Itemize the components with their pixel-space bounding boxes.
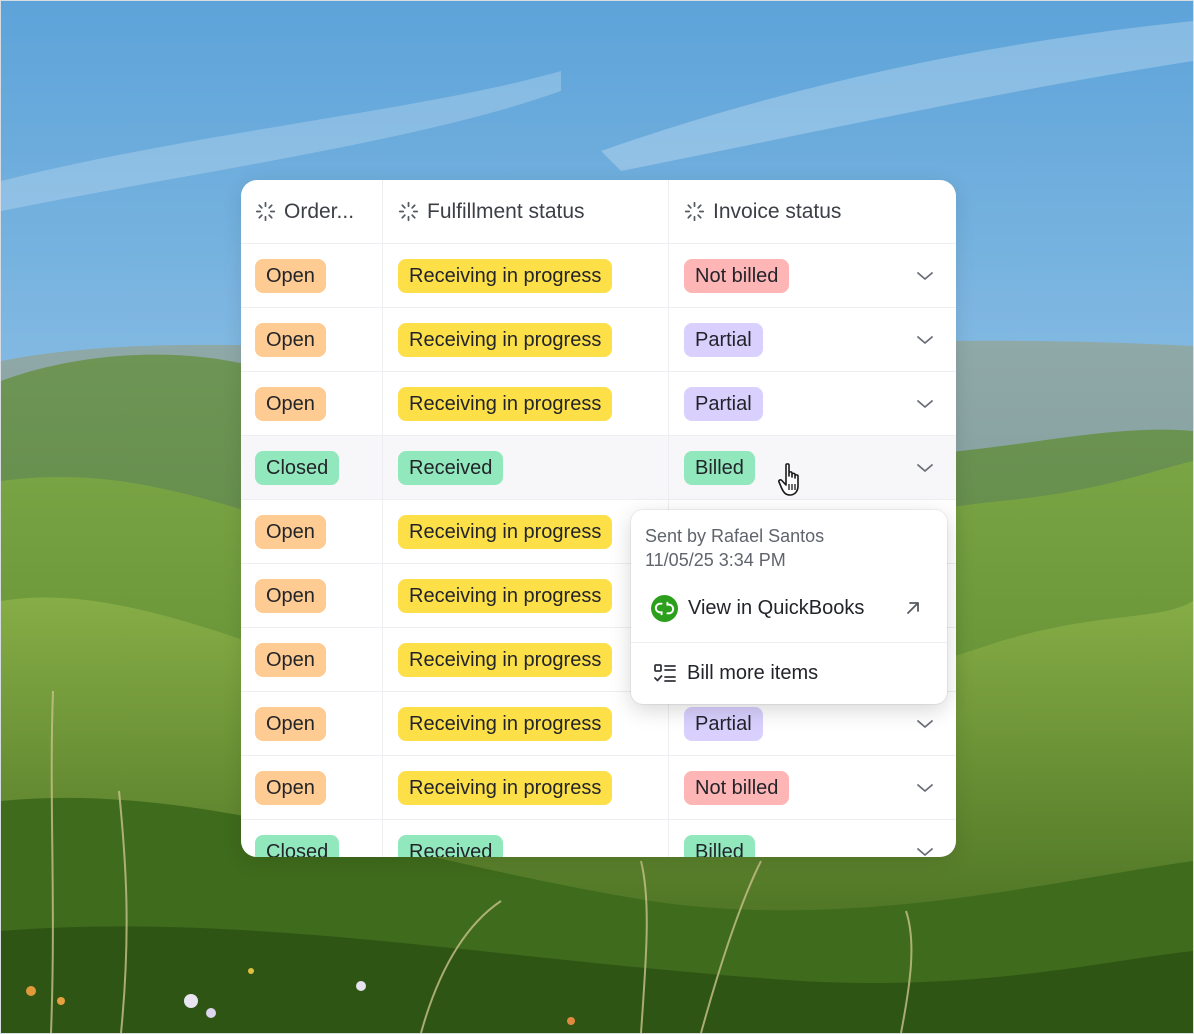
- order-status-cell[interactable]: Open: [241, 500, 383, 563]
- order-status-pill: Open: [255, 578, 326, 613]
- fulfillment-status-pill: Receiving in progress: [398, 578, 613, 613]
- fulfillment-status-pill: Receiving in progress: [398, 706, 613, 741]
- order-status-pill: Open: [255, 642, 326, 677]
- invoice-status-pill: Not billed: [684, 258, 790, 293]
- fulfillment-status-cell[interactable]: Receiving in progress: [383, 244, 669, 307]
- fulfillment-status-pill: Receiving in progress: [398, 386, 613, 421]
- chevron-down-icon[interactable]: [916, 270, 934, 282]
- order-status-pill: Closed: [255, 834, 340, 857]
- invoice-status-pill: Not billed: [684, 770, 790, 805]
- order-status-pill: Open: [255, 706, 326, 741]
- order-status-pill: Closed: [255, 450, 340, 485]
- chevron-down-icon[interactable]: [916, 718, 934, 730]
- invoice-status-cell[interactable]: Billed: [669, 436, 956, 499]
- chevron-down-icon[interactable]: [916, 846, 934, 858]
- fulfillment-status-cell[interactable]: Receiving in progress: [383, 692, 669, 755]
- chevron-down-icon[interactable]: [916, 334, 934, 346]
- quickbooks-logo-icon: [651, 594, 678, 622]
- column-header-label: Order...: [284, 199, 355, 223]
- order-status-pill: Open: [255, 258, 326, 293]
- invoice-status-cell[interactable]: Not billed: [669, 756, 956, 819]
- table-row[interactable]: Closed Received Billed: [241, 820, 956, 857]
- invoice-status-cell[interactable]: Not billed: [669, 244, 956, 307]
- order-status-cell[interactable]: Open: [241, 372, 383, 435]
- table-header-row: Order... Fulfillment status Invoice stat…: [241, 180, 956, 244]
- chevron-down-icon[interactable]: [916, 782, 934, 794]
- order-status-cell[interactable]: Open: [241, 692, 383, 755]
- table-row[interactable]: Open Receiving in progress Partial: [241, 372, 956, 436]
- table-row[interactable]: Open Receiving in progress Not billed: [241, 244, 956, 308]
- invoice-status-cell[interactable]: Partial: [669, 308, 956, 371]
- view-in-quickbooks-link[interactable]: View in QuickBooks: [631, 578, 947, 638]
- order-status-pill: Open: [255, 322, 326, 357]
- order-status-cell[interactable]: Closed: [241, 820, 383, 857]
- order-status-cell[interactable]: Open: [241, 308, 383, 371]
- invoice-status-pill: Billed: [684, 450, 755, 485]
- fulfillment-status-cell[interactable]: Receiving in progress: [383, 756, 669, 819]
- fulfillment-status-pill: Receiving in progress: [398, 322, 613, 357]
- fulfillment-status-pill: Received: [398, 834, 504, 857]
- column-header-fulfillment[interactable]: Fulfillment status: [383, 180, 669, 243]
- fulfillment-status-pill: Receiving in progress: [398, 258, 613, 293]
- screenshot-frame: Order... Fulfillment status Invoice stat…: [0, 0, 1194, 1034]
- loading-spinner-icon: [255, 201, 276, 222]
- fulfillment-status-cell[interactable]: Received: [383, 820, 669, 857]
- column-header-order[interactable]: Order...: [241, 180, 383, 243]
- fulfillment-status-pill: Received: [398, 450, 504, 485]
- fulfillment-status-cell[interactable]: Receiving in progress: [383, 500, 669, 563]
- order-status-pill: Open: [255, 770, 326, 805]
- loading-spinner-icon: [684, 201, 705, 222]
- invoice-status-cell[interactable]: Partial: [669, 372, 956, 435]
- fulfillment-status-cell[interactable]: Receiving in progress: [383, 308, 669, 371]
- table-row[interactable]: Closed Received Billed: [241, 436, 956, 500]
- column-header-invoice[interactable]: Invoice status: [669, 180, 956, 243]
- external-link-arrow-icon: [907, 602, 919, 614]
- sent-by-text: Sent by Rafael Santos: [645, 526, 825, 546]
- invoice-status-pill: Billed: [684, 834, 755, 857]
- chevron-down-icon[interactable]: [916, 398, 934, 410]
- chevron-down-icon[interactable]: [916, 462, 934, 474]
- order-status-cell[interactable]: Open: [241, 628, 383, 691]
- invoice-status-pill: Partial: [684, 322, 763, 357]
- pointer-hand-cursor-icon: [778, 463, 799, 496]
- bill-more-items-label: Bill more items: [687, 662, 819, 684]
- column-header-label: Fulfillment status: [427, 199, 585, 223]
- invoice-popover: Sent by Rafael Santos 11/05/25 3:34 PM V…: [631, 510, 947, 704]
- checklist-icon: [654, 663, 676, 682]
- order-status-cell[interactable]: Closed: [241, 436, 383, 499]
- fulfillment-status-cell[interactable]: Receiving in progress: [383, 372, 669, 435]
- table-row[interactable]: Open Receiving in progress Partial: [241, 308, 956, 372]
- column-header-label: Invoice status: [713, 199, 842, 223]
- order-status-cell[interactable]: Open: [241, 564, 383, 627]
- invoice-status-pill: Partial: [684, 386, 763, 421]
- bill-more-items-button[interactable]: Bill more items: [631, 642, 947, 704]
- view-in-quickbooks-label: View in QuickBooks: [688, 596, 865, 619]
- invoice-meta: Sent by Rafael Santos 11/05/25 3:34 PM: [645, 524, 824, 572]
- fulfillment-status-pill: Receiving in progress: [398, 642, 613, 677]
- invoice-status-pill: Partial: [684, 706, 763, 741]
- fulfillment-status-cell[interactable]: Received: [383, 436, 669, 499]
- sent-at-text: 11/05/25 3:34 PM: [645, 550, 786, 570]
- order-status-pill: Open: [255, 514, 326, 549]
- fulfillment-status-pill: Receiving in progress: [398, 514, 613, 549]
- order-status-pill: Open: [255, 386, 326, 421]
- loading-spinner-icon: [398, 201, 419, 222]
- fulfillment-status-pill: Receiving in progress: [398, 770, 613, 805]
- invoice-status-cell[interactable]: Billed: [669, 820, 956, 857]
- order-status-cell[interactable]: Open: [241, 756, 383, 819]
- fulfillment-status-cell[interactable]: Receiving in progress: [383, 628, 669, 691]
- order-status-cell[interactable]: Open: [241, 244, 383, 307]
- fulfillment-status-cell[interactable]: Receiving in progress: [383, 564, 669, 627]
- table-row[interactable]: Open Receiving in progress Not billed: [241, 756, 956, 820]
